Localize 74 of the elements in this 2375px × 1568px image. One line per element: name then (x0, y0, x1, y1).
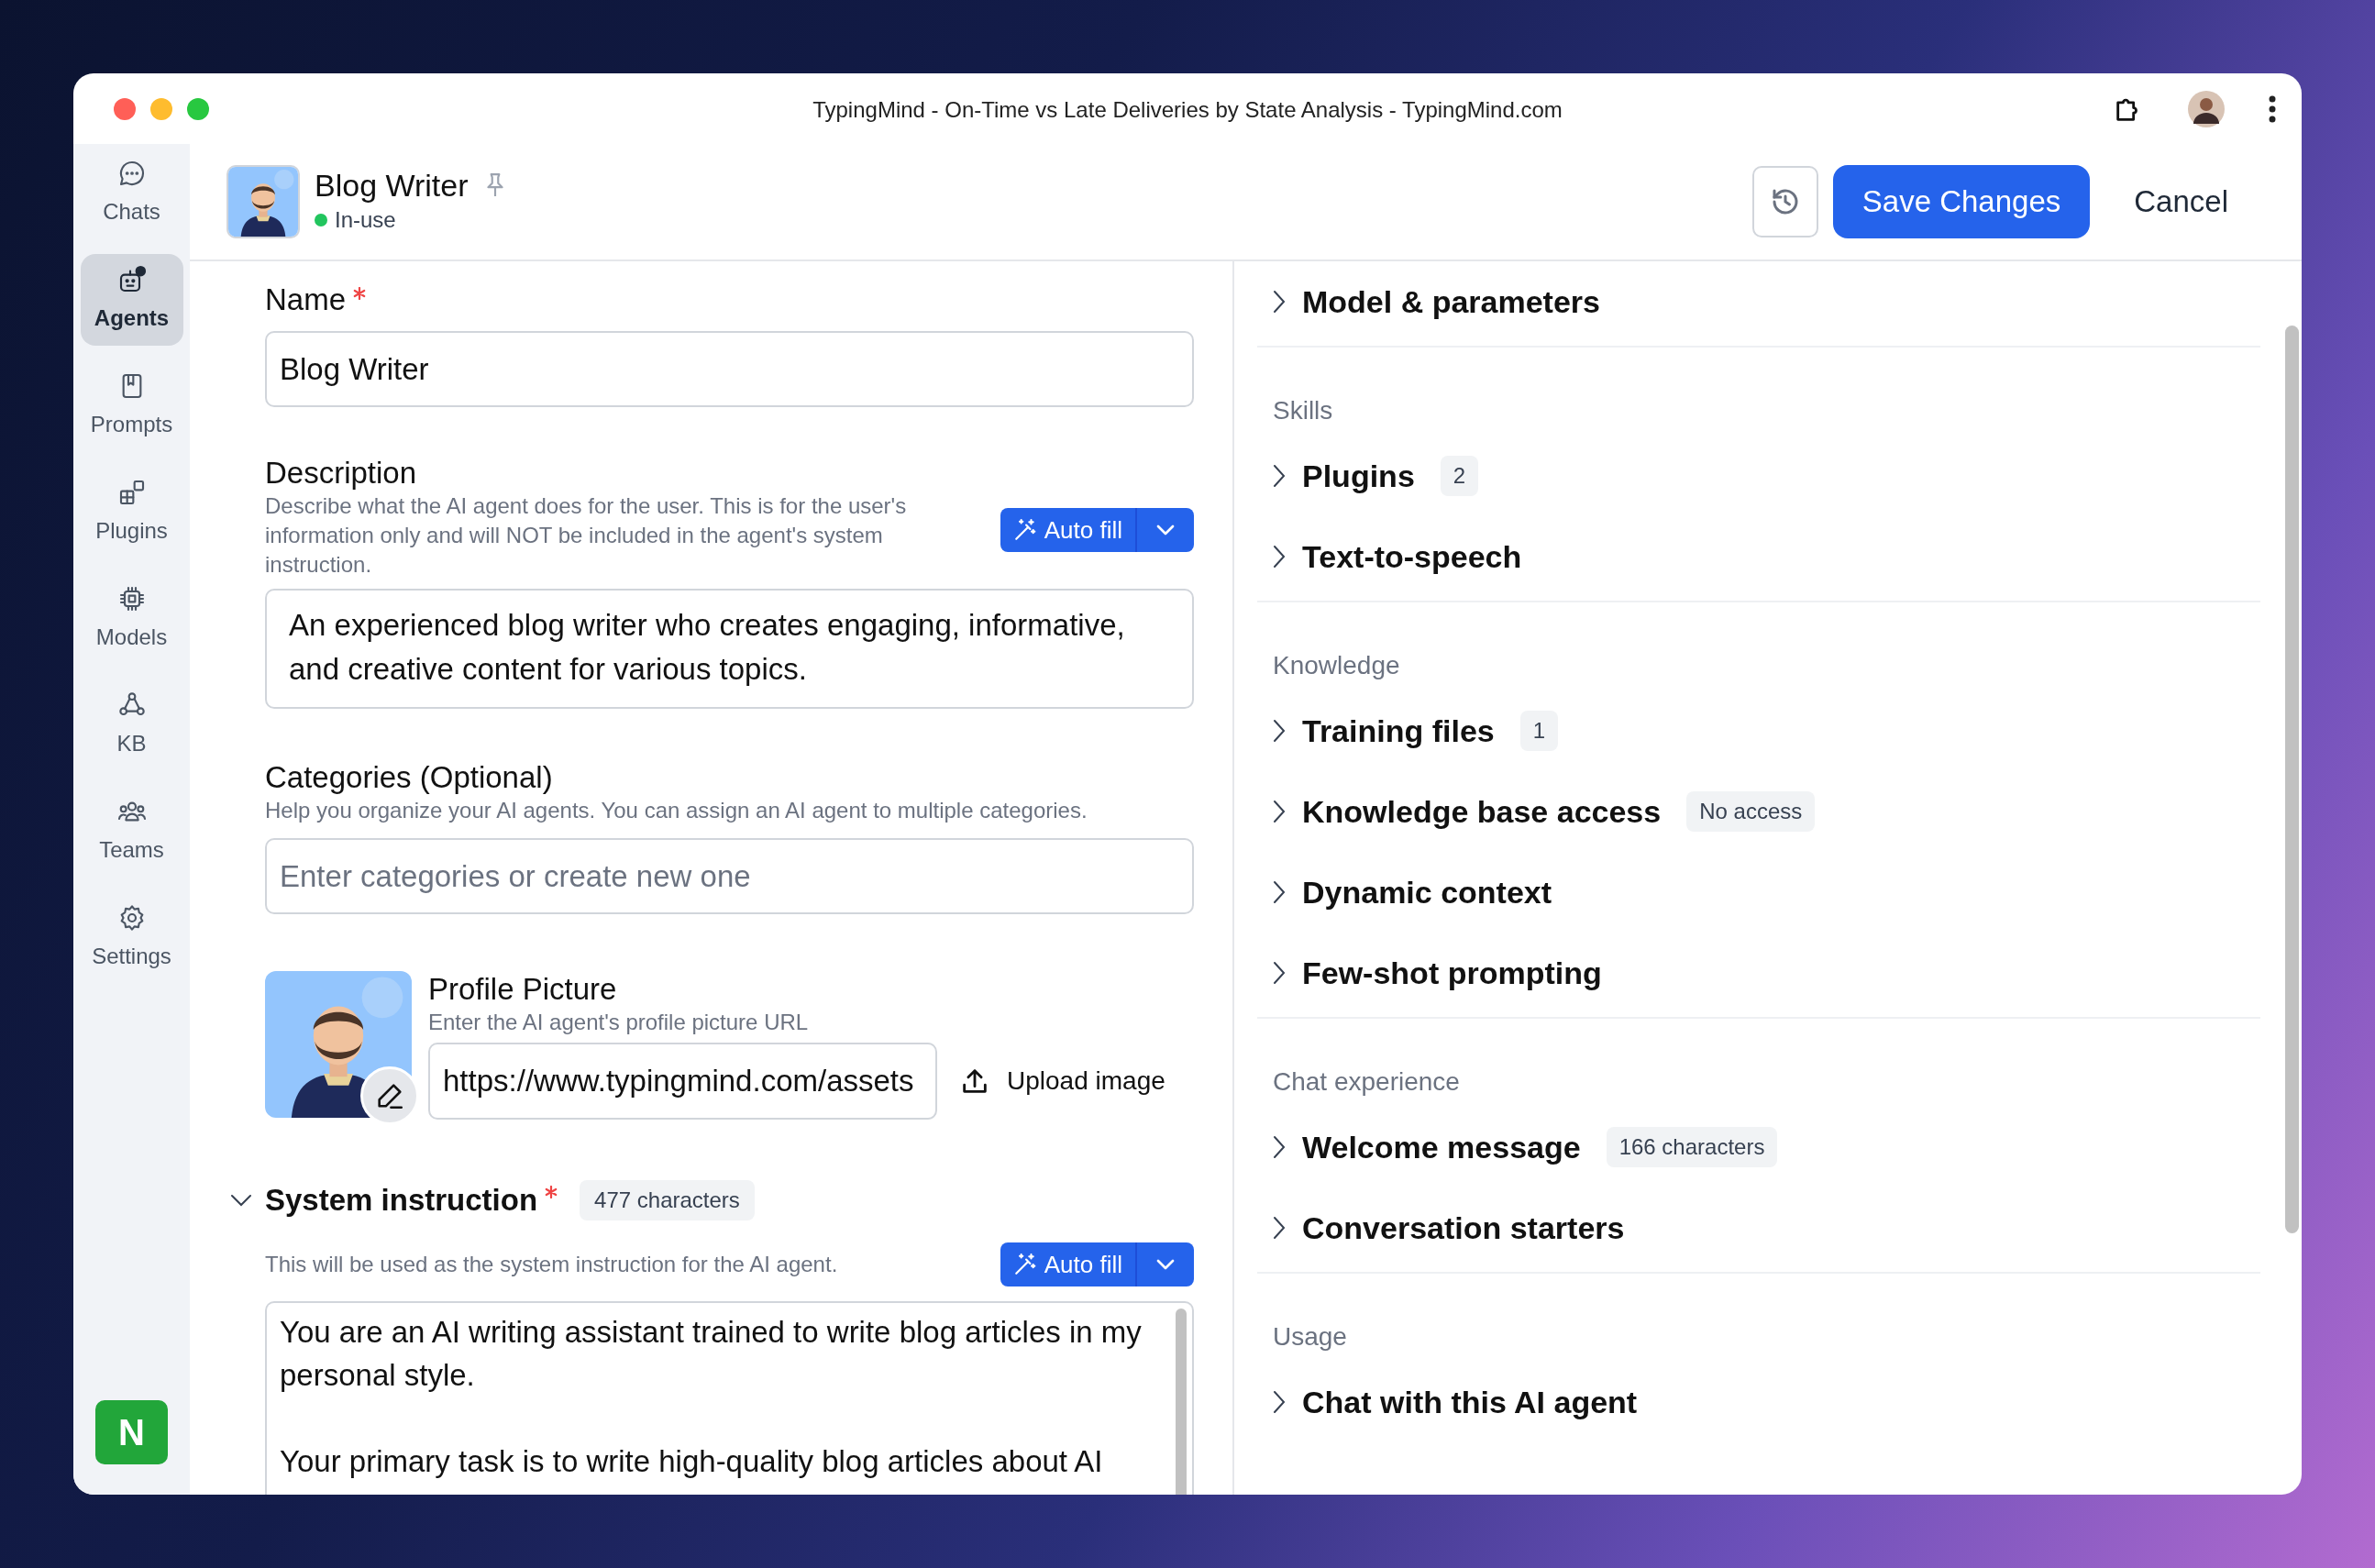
chevron-button[interactable] (230, 1194, 252, 1207)
auto-fill-button[interactable]: Auto fill (1000, 1242, 1135, 1286)
magic-wand-icon (1012, 518, 1037, 542)
help-text: This will be used as the system instruction for the AI agent. (265, 1251, 838, 1278)
chevron-right-icon (1273, 464, 1286, 488)
sidebar-item[interactable]: Teams (80, 786, 183, 878)
caret-icon (1155, 524, 1176, 536)
chevron-right-icon (1273, 290, 1286, 314)
option-row[interactable]: Welcome message 166 characters (1257, 1107, 1778, 1187)
character-count: 477 characters (580, 1180, 755, 1220)
dropdown-button[interactable] (1135, 1242, 1194, 1286)
section-title: System instruction (265, 1182, 538, 1219)
close-button[interactable] (114, 97, 136, 120)
chevron-right-icon (1273, 800, 1286, 823)
chevron-down-icon (230, 1194, 252, 1207)
description-field[interactable]: An experienced blog writer who creates engaging, informative, and creative content for various topics. (265, 589, 1194, 709)
field-label: Description (265, 455, 418, 491)
cancel-button[interactable]: Cancel (2115, 179, 2247, 225)
section-heading: Usage (1272, 1321, 1348, 1353)
chevron-right-icon (1273, 1390, 1286, 1414)
more-icon[interactable] (2269, 94, 2276, 123)
scrollbar-thumb[interactable] (1176, 1309, 1187, 1495)
field-label: Profile Picture (428, 971, 618, 1008)
field-label: Categories (Optional) (265, 759, 554, 796)
dropdown-button[interactable] (1135, 508, 1194, 552)
help-text: Help you organize your AI agents. You can assign an AI agent to multiple categories. (265, 797, 1088, 824)
sidebar-item[interactable]: KB (80, 679, 183, 771)
auto-fill-button[interactable]: Auto fill (1000, 508, 1135, 552)
save-changes-button[interactable]: Save Changes (1832, 165, 2091, 238)
option-row[interactable]: Dynamic context (1257, 852, 1552, 933)
upload-image-button[interactable]: Upload image (937, 1062, 1178, 1100)
sidebar-item[interactable]: Plugins (80, 467, 183, 558)
option-row[interactable]: Chat with this AI agent (1257, 1362, 1638, 1442)
url-field[interactable]: https://www.typingmind.com/assets (428, 1043, 937, 1120)
chevron-right-icon (1273, 1216, 1286, 1240)
help-text: Enter the AI agent's profile picture URL (428, 1009, 810, 1036)
sidebar-item[interactable]: Chats (80, 148, 183, 239)
agent-name: Blog Writer (315, 167, 469, 204)
section-heading: Knowledge (1272, 650, 1401, 681)
option-row[interactable]: Conversation starters (1257, 1187, 1625, 1268)
option-row[interactable]: Plugins 2 (1257, 436, 1479, 516)
help-text: Describe what the AI agent does for the user. This is for the user's information only and will NOT be included in the agent's system instruction. (265, 492, 908, 579)
status-dot (315, 214, 327, 226)
instruction-field[interactable]: You are an AI writing assistant trained to write blog articles in my personal style. Your primary task is to write high-quality blog articles about AI (265, 1301, 1194, 1495)
count-badge: No access (1686, 791, 1816, 832)
section-heading: Chat experience (1272, 1066, 1461, 1098)
option-row[interactable]: Few-shot prompting (1257, 933, 1602, 1013)
sidebar-item[interactable]: Models (80, 573, 183, 665)
section-heading: Skills (1272, 395, 1334, 426)
count-badge: 166 characters (1606, 1127, 1778, 1167)
scrollbar-thumb[interactable] (2285, 326, 2299, 1233)
option-row[interactable]: Text-to-speech (1257, 516, 1522, 597)
sidebar-item[interactable]: Prompts (80, 360, 183, 452)
caret-icon (1155, 1258, 1176, 1271)
categories-field[interactable]: Enter categories or create new one (265, 838, 1194, 914)
field-label: Name (265, 282, 347, 318)
chevron-right-icon (1273, 1135, 1286, 1159)
history-button[interactable] (1751, 166, 1818, 237)
chevron-right-icon (1273, 719, 1286, 743)
count-badge: 2 (1440, 456, 1479, 496)
chevron-right-icon (1273, 880, 1286, 904)
option-row[interactable]: Knowledge base access No access (1257, 771, 1816, 852)
sidebar-item[interactable]: Agents (80, 254, 183, 346)
chevron-right-icon (1273, 545, 1286, 569)
window-title: TypingMind - On-Time vs Late Deliveries by State Analysis - TypingMind.com (812, 97, 1563, 122)
status-text: In-use (335, 206, 396, 234)
avatar-icon[interactable] (2188, 90, 2225, 127)
name-field[interactable]: Blog Writer (265, 331, 1194, 407)
option-row[interactable]: Training files 1 (1257, 690, 1559, 771)
sidebar-item[interactable]: Settings (80, 892, 183, 984)
count-badge: 1 (1519, 711, 1559, 751)
magic-wand-icon (1012, 1253, 1037, 1276)
chevron-right-icon (1273, 961, 1286, 985)
option-row[interactable]: Model & parameters (1257, 261, 1600, 342)
